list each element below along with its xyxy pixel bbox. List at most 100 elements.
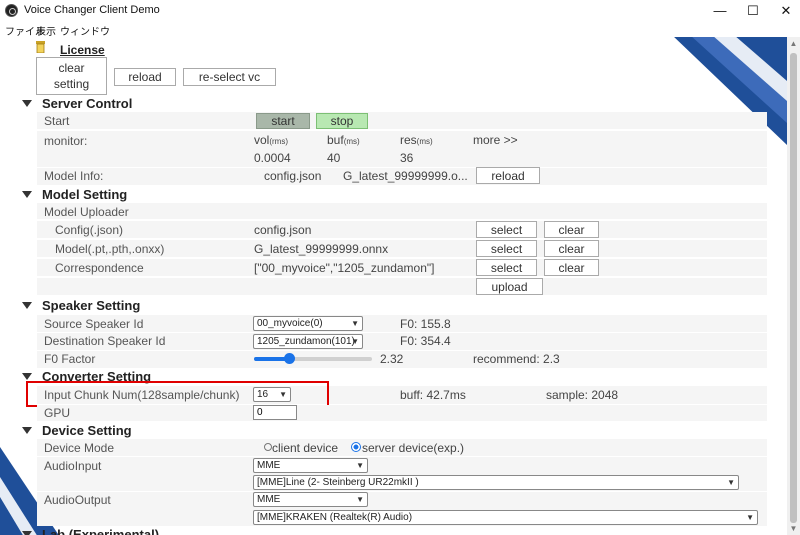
f0-factor-slider[interactable] <box>254 353 372 364</box>
model-setting-header[interactable]: Model Setting <box>22 187 127 202</box>
start-label: Start <box>44 114 70 128</box>
gpu-label: GPU <box>44 406 71 420</box>
correspondence-clear-button[interactable]: clear <box>544 259 599 276</box>
f0-factor-label: F0 Factor <box>44 352 96 366</box>
start-button[interactable]: start <box>256 113 310 129</box>
model-clear-button[interactable]: clear <box>544 240 599 257</box>
audio-output-label: AudioOutput <box>44 493 111 507</box>
sample-value: sample: 2048 <box>546 388 619 402</box>
audio-output-api-select[interactable]: MME ▼ <box>253 492 368 507</box>
scroll-down-icon[interactable]: ▼ <box>787 522 800 535</box>
stop-button[interactable]: stop <box>316 113 368 129</box>
model-info-label: Model Info: <box>44 169 104 183</box>
vol-unit: (rms) <box>269 137 288 146</box>
speaker-setting-header[interactable]: Speaker Setting <box>22 298 140 313</box>
buf-text: buf <box>327 133 344 147</box>
audio-output-device-value: [MME]KRAKEN (Realtek(R) Audio) <box>257 512 413 523</box>
buf-unit: (ms) <box>343 137 360 146</box>
correspondence-select-button[interactable]: select <box>476 259 537 276</box>
audio-output-api-value: MME <box>257 494 281 505</box>
app-content: License clear setting reload re-select v… <box>0 37 787 535</box>
menu-view[interactable]: 表示 <box>36 23 56 38</box>
model-info-config: config.json <box>264 169 322 183</box>
coffee-icon <box>36 40 45 54</box>
license-link[interactable]: License <box>60 43 105 57</box>
correspondence-label: Correspondence <box>55 261 144 275</box>
start-row <box>37 112 767 129</box>
gpu-input[interactable] <box>253 405 297 420</box>
monitor-label: monitor: <box>44 134 88 148</box>
destination-speaker-select[interactable]: 1205_zundamon(101) ▼ <box>253 334 363 349</box>
audio-output-device-select[interactable]: [MME]KRAKEN (Realtek(R) Audio) ▼ <box>253 510 758 525</box>
buf-value: 40 <box>327 151 341 165</box>
server-device-radio[interactable] <box>351 442 361 452</box>
res-unit: (ms) <box>416 137 433 146</box>
config-label: Config(.json) <box>55 223 124 237</box>
f0-slider-thumb[interactable] <box>284 353 295 364</box>
lab-title: Lab (Experimental) <box>42 527 160 535</box>
model-label: Model(.pt,.pth,.onxx) <box>55 242 165 256</box>
source-speaker-label: Source Speaker Id <box>44 317 144 331</box>
destination-speaker-label: Destination Speaker Id <box>44 334 166 348</box>
collapse-arrow-icon <box>22 373 32 380</box>
upload-row <box>37 278 767 295</box>
config-value: config.json <box>254 223 312 237</box>
config-row <box>37 221 767 238</box>
device-setting-header[interactable]: Device Setting <box>22 423 132 438</box>
server-device-label: server device(exp.) <box>362 441 465 455</box>
lab-header[interactable]: Lab (Experimental) <box>22 527 159 535</box>
audio-input-label: AudioInput <box>44 459 102 473</box>
buff-value: buff: 42.7ms <box>400 388 466 402</box>
chevron-down-icon: ▼ <box>746 513 754 522</box>
model-info-model: G_latest_99999999.o... <box>343 169 468 183</box>
config-clear-button[interactable]: clear <box>544 221 599 238</box>
chevron-down-icon: ▼ <box>351 337 359 346</box>
audio-input-device-select[interactable]: [MME]Line (2- Steinberg UR22mkII ) ▼ <box>253 475 739 490</box>
model-info-reload-button[interactable]: reload <box>476 167 540 184</box>
app-icon <box>5 4 18 17</box>
res-value: 36 <box>400 151 414 165</box>
clear-setting-button[interactable]: clear setting <box>36 57 107 95</box>
model-select-button[interactable]: select <box>476 240 537 257</box>
menu-window[interactable]: ウィンドウ <box>60 23 110 38</box>
client-device-radio[interactable] <box>264 443 272 451</box>
close-button[interactable]: ✕ <box>766 0 800 21</box>
upload-button[interactable]: upload <box>476 278 543 295</box>
reload-button[interactable]: reload <box>114 68 176 86</box>
server-control-header[interactable]: Server Control <box>22 96 132 111</box>
uploader-row <box>37 203 767 219</box>
source-f0: F0: 155.8 <box>400 317 451 331</box>
res-text: res <box>400 133 417 147</box>
highlight-box <box>26 381 329 407</box>
vertical-scrollbar[interactable]: ▲ ▼ <box>787 37 800 535</box>
config-select-button[interactable]: select <box>476 221 537 238</box>
buf-label: buf(ms) <box>327 133 360 147</box>
source-speaker-select[interactable]: 00_myvoice(0) ▼ <box>253 316 363 331</box>
model-value: G_latest_99999999.onnx <box>254 242 389 256</box>
chevron-down-icon: ▼ <box>727 478 735 487</box>
scroll-up-icon[interactable]: ▲ <box>787 37 800 50</box>
model-setting-title: Model Setting <box>42 187 128 202</box>
chevron-down-icon: ▼ <box>356 495 364 504</box>
device-setting-title: Device Setting <box>42 423 132 438</box>
gpu-row <box>37 405 767 421</box>
collapse-arrow-icon <box>22 427 32 434</box>
audio-input-api-value: MME <box>257 460 281 471</box>
chevron-down-icon: ▼ <box>356 461 364 470</box>
chevron-down-icon: ▼ <box>351 319 359 328</box>
collapse-arrow-icon <box>22 302 32 309</box>
model-uploader-label: Model Uploader <box>44 205 129 219</box>
more-link[interactable]: more >> <box>473 133 518 147</box>
reselect-vc-button[interactable]: re-select vc <box>183 68 276 86</box>
res-label: res(ms) <box>400 133 433 147</box>
correspondence-value: ["00_myvoice","1205_zundamon"] <box>254 261 435 275</box>
audio-input-api-select[interactable]: MME ▼ <box>253 458 368 473</box>
vol-value: 0.0004 <box>254 151 291 165</box>
scroll-thumb[interactable] <box>790 53 797 523</box>
f0-recommend: recommend: 2.3 <box>473 352 560 366</box>
window-title: Voice Changer Client Demo <box>24 4 160 16</box>
collapse-arrow-icon <box>22 100 32 107</box>
menu-bar: ファイル 表示 ウィンドウ <box>0 21 800 38</box>
client-device-label: client device <box>272 441 339 455</box>
vol-text: vol <box>254 133 270 147</box>
